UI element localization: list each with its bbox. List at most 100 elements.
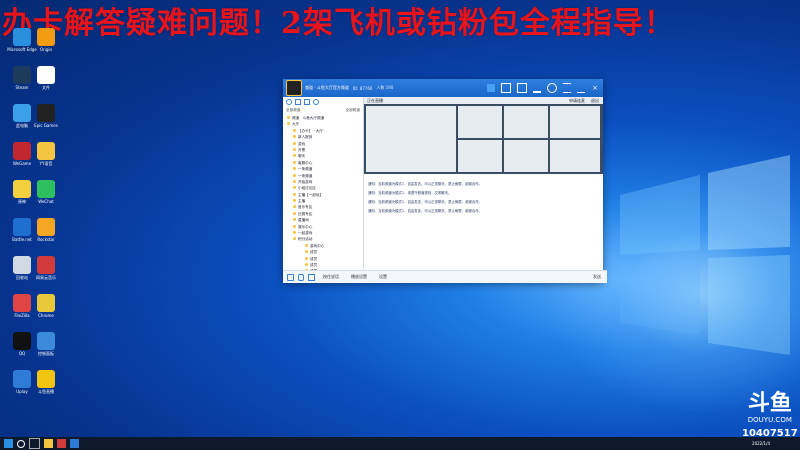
video-thumb[interactable] — [550, 140, 600, 172]
user-icon[interactable] — [286, 99, 292, 105]
video-thumb[interactable] — [504, 140, 548, 172]
home-icon[interactable] — [487, 84, 495, 92]
menu-icon[interactable] — [563, 83, 571, 93]
desktop-icon-label: YY语音 — [39, 161, 53, 166]
desktop-icon[interactable]: Chrome — [28, 294, 64, 318]
channel-name: 频道 · 斗鱼大厅频道 — [292, 116, 325, 120]
channel-icon — [293, 211, 296, 215]
channel-name: 开始游戏 — [298, 179, 313, 184]
channel-name: 娱乐中心 — [298, 224, 313, 229]
download-icon[interactable] — [533, 83, 541, 93]
channel-icon — [293, 135, 296, 139]
app-icon — [37, 66, 55, 84]
search-icon[interactable] — [17, 439, 25, 448]
desktop-icon-label: Rockstar — [37, 237, 55, 242]
channel-icon — [293, 231, 296, 235]
desktop-icon-label: Epic Games — [34, 123, 58, 128]
desktop-icon[interactable]: 斗鱼直播 — [28, 370, 64, 394]
channel-icon — [287, 122, 290, 126]
grid-icon[interactable] — [517, 83, 527, 93]
app-icon — [37, 104, 55, 122]
desktop-icon[interactable]: Rockstar — [28, 218, 64, 242]
windows-start-icon[interactable] — [4, 439, 13, 448]
video-thumb[interactable] — [458, 106, 502, 138]
app-icon — [37, 142, 55, 160]
app-taskbar-icon[interactable] — [44, 439, 53, 448]
desktop-icon[interactable]: YY语音 — [28, 142, 64, 166]
channel-icon — [293, 167, 296, 171]
apply-mic-link[interactable]: 申请连麦 — [569, 97, 585, 104]
channel-name: 开黑 — [298, 147, 306, 152]
main-video[interactable] — [366, 106, 456, 172]
channel-name: 积分活动 — [298, 237, 313, 242]
channel-name: 音乐专区 — [298, 205, 313, 210]
channel-name: 成员 — [310, 250, 318, 255]
chat-log: 通知：当前频道为模式1，自由发言，可以正常聊天，禁止刷屏，谢谢合作。 通知：当前频… — [364, 174, 603, 216]
send-button[interactable]: 发送 — [593, 274, 601, 280]
chat-icon[interactable] — [295, 99, 301, 105]
channel-tree-panel: 全部频道 全部频道 频道 · 斗鱼大厅频道 大厅 【办卡】 · 大厅 · 新人报到 游戏… — [283, 97, 364, 280]
desktop-icon[interactable]: 网易云音乐 — [28, 256, 64, 280]
douyu-logo: 斗鱼 — [747, 391, 792, 416]
channel-title: 频道 · 斗鱼大厅官方频道 — [305, 85, 349, 90]
desktop-icon[interactable]: Origin — [28, 28, 64, 52]
gear-icon[interactable] — [547, 83, 557, 93]
clock[interactable]: 2022/1/4 — [752, 441, 770, 446]
app-taskbar-icon[interactable] — [57, 439, 66, 448]
desktop-icon[interactable]: WeChat — [28, 180, 64, 204]
play-settings-label[interactable]: 播放设置 — [351, 274, 367, 280]
desktop-icon-label: WeChat — [38, 199, 54, 204]
channel-icon — [287, 116, 290, 119]
video-header: 正在直播 申请连麦 退出 — [364, 97, 603, 104]
channel-name: 成员 — [310, 256, 318, 261]
setup-label[interactable]: 设置 — [379, 274, 387, 280]
left-tab-2[interactable]: 全部频道 — [346, 108, 360, 113]
video-thumb[interactable] — [504, 106, 548, 138]
channel-name: 一起游戏 — [298, 231, 313, 236]
record-icon[interactable] — [308, 273, 315, 281]
channel-name: 比赛专区 — [298, 211, 313, 216]
star-icon[interactable] — [304, 99, 310, 105]
desktop-icon-label: Origin — [39, 47, 53, 52]
channel-name: 新人报到 — [298, 135, 313, 140]
video-thumb[interactable] — [550, 106, 600, 138]
channel-name: 游戏 — [298, 141, 306, 146]
close-icon[interactable]: × — [591, 84, 599, 92]
desktop-icon-label: 文件 — [42, 85, 50, 90]
left-tab-1[interactable]: 全部频道 — [286, 108, 300, 113]
channel-icon — [293, 173, 296, 177]
channel-icon — [293, 192, 296, 196]
app-taskbar-icon[interactable] — [70, 439, 79, 448]
minimize-icon[interactable] — [577, 84, 585, 93]
channel-icon — [293, 237, 296, 241]
window-title-bar[interactable]: 频道 · 斗鱼大厅官方频道 ID: 87766 人数 190 × — [283, 79, 603, 97]
channel-name: 大厅 — [292, 122, 300, 127]
mic-icon[interactable] — [298, 273, 304, 281]
channel-name: 一条频道 — [298, 167, 313, 172]
channel-icon — [293, 179, 296, 183]
desktop-icon-label: 网易云音乐 — [36, 275, 56, 280]
channel-name: 直播间 — [298, 218, 309, 223]
desktop-icon[interactable]: 控制面板 — [28, 332, 64, 356]
video-thumb[interactable] — [458, 140, 502, 172]
channel-icon — [293, 160, 296, 164]
channel-icon — [293, 128, 296, 132]
chat-message: 通知：当前频道为模式1，自由发言，可以正常聊天，禁止刷屏，谢谢合作。 — [368, 209, 483, 213]
main-panel: 正在直播 申请连麦 退出 通知：当前频道为模式1，自由发言，可以正常聊天，禁止刷… — [364, 97, 603, 270]
app-icon — [37, 180, 55, 198]
screen-icon[interactable] — [501, 83, 511, 93]
exit-link[interactable]: 退出 — [591, 97, 599, 104]
taskview-icon[interactable] — [29, 438, 40, 449]
desktop-icon[interactable]: 文件 — [28, 66, 64, 90]
app-icon — [37, 218, 55, 236]
mic-mode-label[interactable]: 按住说话 — [323, 274, 339, 280]
channel-name: 游戏中心 — [310, 243, 325, 248]
channel-icon — [293, 199, 296, 203]
refresh-icon[interactable] — [313, 99, 319, 105]
bottom-toolbar: 按住说话 播放设置 设置 发送 — [283, 270, 607, 283]
speaker-icon[interactable] — [287, 273, 294, 281]
channel-name: 小组讨论区 — [298, 186, 316, 191]
desktop-icon[interactable]: Epic Games — [28, 104, 64, 128]
desktop-icon-label: 斗鱼直播 — [38, 389, 54, 394]
app-icon — [37, 256, 55, 274]
